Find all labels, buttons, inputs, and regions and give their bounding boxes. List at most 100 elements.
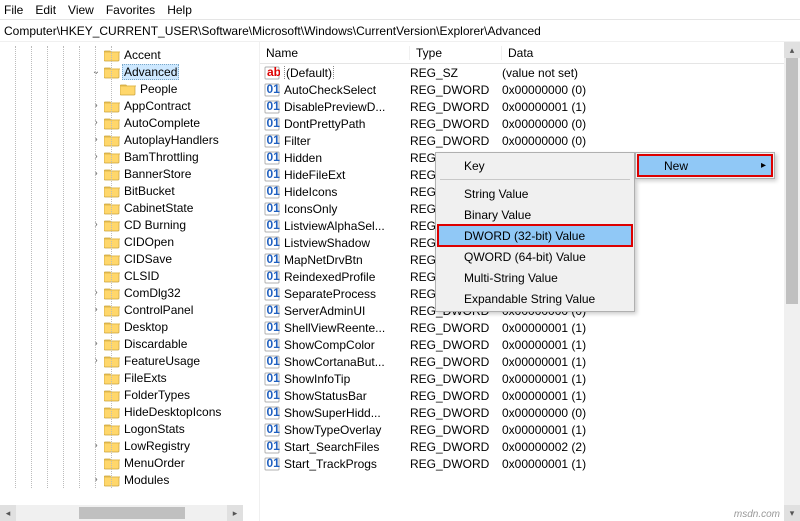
value-list[interactable]: Name Type Data ab(Default)REG_SZ(value n…	[260, 42, 800, 521]
tree-item-bitbucket[interactable]: ›BitBucket	[0, 182, 259, 199]
value-type: REG_DWORD	[410, 457, 502, 471]
tree-item-discardable[interactable]: ›Discardable	[0, 335, 259, 352]
value-name: Filter	[280, 134, 410, 148]
value-name: (Default)	[280, 66, 410, 80]
chevron-right-icon[interactable]: ›	[90, 117, 102, 128]
chevron-right-icon[interactable]: ›	[90, 304, 102, 315]
value-row[interactable]: 011ShowCompColorREG_DWORD0x00000001 (1)	[260, 336, 800, 353]
chevron-right-icon[interactable]: ›	[90, 100, 102, 111]
value-row[interactable]: 011DisablePreviewD...REG_DWORD0x00000001…	[260, 98, 800, 115]
tree-item-menuorder[interactable]: ›MenuOrder	[0, 454, 259, 471]
tree-item-foldertypes[interactable]: ›FolderTypes	[0, 386, 259, 403]
scroll-up-button[interactable]: ▴	[784, 42, 800, 58]
tree-item-label: MenuOrder	[122, 456, 187, 470]
chevron-right-icon[interactable]: ›	[90, 219, 102, 230]
tree-item-fileexts[interactable]: ›FileExts	[0, 369, 259, 386]
value-row[interactable]: 011ShowCortanaBut...REG_DWORD0x00000001 …	[260, 353, 800, 370]
address-bar[interactable]: Computer\HKEY_CURRENT_USER\Software\Micr…	[0, 20, 800, 42]
chevron-right-icon[interactable]: ›	[90, 151, 102, 162]
tree-item-modules[interactable]: ›Modules	[0, 471, 259, 488]
key-tree[interactable]: ›Accent⌄Advanced›People›AppContract›Auto…	[0, 42, 260, 521]
tree-item-accent[interactable]: ›Accent	[0, 46, 259, 63]
tree-item-advanced[interactable]: ⌄Advanced	[0, 63, 259, 80]
chevron-right-icon[interactable]: ›	[90, 287, 102, 298]
chevron-right-icon[interactable]: ›	[90, 134, 102, 145]
tree-item-bamthrottling[interactable]: ›BamThrottling	[0, 148, 259, 165]
value-data: 0x00000001 (1)	[502, 355, 800, 369]
svg-text:011: 011	[267, 270, 281, 283]
chevron-right-icon[interactable]: ›	[90, 338, 102, 349]
folder-icon	[104, 48, 120, 62]
tree-item-comdlg32[interactable]: ›ComDlg32	[0, 284, 259, 301]
tree-item-controlpanel[interactable]: ›ControlPanel	[0, 301, 259, 318]
col-data[interactable]: Data	[502, 46, 800, 60]
tree-item-people[interactable]: ›People	[0, 80, 259, 97]
tree-item-cidsave[interactable]: ›CIDSave	[0, 250, 259, 267]
value-row[interactable]: 011ShellViewReente...REG_DWORD0x00000001…	[260, 319, 800, 336]
menu-help[interactable]: Help	[167, 3, 192, 17]
value-row[interactable]: 011AutoCheckSelectREG_DWORD0x00000000 (0…	[260, 81, 800, 98]
folder-icon	[104, 388, 120, 402]
context-menu[interactable]: New ▸	[635, 152, 775, 179]
tree-item-cidopen[interactable]: ›CIDOpen	[0, 233, 259, 250]
col-type[interactable]: Type	[410, 46, 502, 60]
value-row[interactable]: 011FilterREG_DWORD0x00000000 (0)	[260, 132, 800, 149]
context-item-binary-value[interactable]: Binary Value	[438, 204, 632, 225]
chevron-right-icon[interactable]: ›	[90, 474, 102, 485]
value-row[interactable]: 011ShowStatusBarREG_DWORD0x00000001 (1)	[260, 387, 800, 404]
folder-icon	[104, 184, 120, 198]
tree-item-autoplayhandlers[interactable]: ›AutoplayHandlers	[0, 131, 259, 148]
column-headers[interactable]: Name Type Data	[260, 42, 800, 64]
menu-view[interactable]: View	[68, 3, 94, 17]
context-item-qword-64-bit-value[interactable]: QWORD (64-bit) Value	[438, 246, 632, 267]
list-scroll-v[interactable]: ▴ ▾	[784, 42, 800, 521]
scroll-down-button[interactable]: ▾	[784, 505, 800, 521]
chevron-down-icon[interactable]: ⌄	[90, 66, 102, 77]
menu-favorites[interactable]: Favorites	[106, 3, 155, 17]
context-item-new[interactable]: New ▸	[638, 155, 772, 176]
value-row[interactable]: 011ShowInfoTipREG_DWORD0x00000001 (1)	[260, 370, 800, 387]
value-row[interactable]: 011DontPrettyPathREG_DWORD0x00000000 (0)	[260, 115, 800, 132]
svg-text:011: 011	[267, 185, 281, 198]
value-row[interactable]: 011Start_SearchFilesREG_DWORD0x00000002 …	[260, 438, 800, 455]
tree-item-cabinetstate[interactable]: ›CabinetState	[0, 199, 259, 216]
tree-item-appcontract[interactable]: ›AppContract	[0, 97, 259, 114]
chevron-right-icon[interactable]: ›	[90, 168, 102, 179]
menu-edit[interactable]: Edit	[35, 3, 56, 17]
tree-item-cd-burning[interactable]: ›CD Burning	[0, 216, 259, 233]
tree-scroll-h[interactable]: ◂ ▸	[0, 505, 243, 521]
chevron-right-icon[interactable]: ›	[90, 440, 102, 451]
value-row[interactable]: 011ShowTypeOverlayREG_DWORD0x00000001 (1…	[260, 421, 800, 438]
context-item-key[interactable]: Key	[438, 155, 632, 176]
value-row[interactable]: ab(Default)REG_SZ(value not set)	[260, 64, 800, 81]
value-row[interactable]: 011ShowSuperHidd...REG_DWORD0x00000000 (…	[260, 404, 800, 421]
scroll-right-button[interactable]: ▸	[227, 505, 243, 521]
scroll-left-button[interactable]: ◂	[0, 505, 16, 521]
col-name[interactable]: Name	[260, 46, 410, 60]
tree-item-featureusage[interactable]: ›FeatureUsage	[0, 352, 259, 369]
dword-value-icon: 011	[264, 355, 280, 369]
value-data: 0x00000001 (1)	[502, 423, 800, 437]
tree-item-logonstats[interactable]: ›LogonStats	[0, 420, 259, 437]
folder-icon	[104, 320, 120, 334]
tree-item-desktop[interactable]: ›Desktop	[0, 318, 259, 335]
value-row[interactable]: 011Start_TrackProgsREG_DWORD0x00000001 (…	[260, 455, 800, 472]
dword-value-icon: 011	[264, 372, 280, 386]
context-item-dword-32-bit-value[interactable]: DWORD (32-bit) Value	[438, 225, 632, 246]
value-type: REG_DWORD	[410, 423, 502, 437]
context-item-expandable-string-value[interactable]: Expandable String Value	[438, 288, 632, 309]
tree-item-hidedesktopicons[interactable]: ›HideDesktopIcons	[0, 403, 259, 420]
svg-text:011: 011	[267, 406, 281, 419]
value-data: 0x00000001 (1)	[502, 457, 800, 471]
tree-item-bannerstore[interactable]: ›BannerStore	[0, 165, 259, 182]
context-item-multi-string-value[interactable]: Multi-String Value	[438, 267, 632, 288]
context-item-string-value[interactable]: String Value	[438, 183, 632, 204]
tree-item-lowregistry[interactable]: ›LowRegistry	[0, 437, 259, 454]
svg-text:011: 011	[267, 134, 281, 147]
tree-item-autocomplete[interactable]: ›AutoComplete	[0, 114, 259, 131]
tree-item-clsid[interactable]: ›CLSID	[0, 267, 259, 284]
menu-file[interactable]: File	[4, 3, 23, 17]
tree-item-label: HideDesktopIcons	[122, 405, 223, 419]
context-submenu-new[interactable]: Key String ValueBinary ValueDWORD (32-bit…	[435, 152, 635, 312]
chevron-right-icon[interactable]: ›	[90, 355, 102, 366]
